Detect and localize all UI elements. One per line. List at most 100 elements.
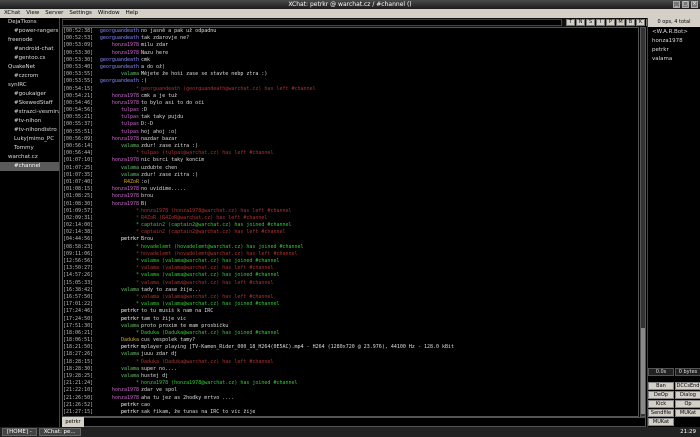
chat-nick[interactable]: * [97, 380, 141, 387]
chat-nick[interactable]: * [97, 294, 141, 301]
chat-nick[interactable]: valama [97, 165, 141, 172]
chat-nick[interactable]: honza1978 [97, 201, 141, 208]
tree-channel[interactable]: Luky|mimo_PC [0, 135, 59, 144]
chat-nick[interactable]: valama [97, 172, 141, 179]
chat-nick[interactable]: honza1978 [97, 157, 141, 164]
message-input[interactable] [62, 417, 646, 427]
chat-nick[interactable]: petrkr [97, 344, 141, 351]
chat-nick[interactable]: valama [97, 143, 141, 150]
user-action-button[interactable]: Sendfile [648, 409, 674, 417]
chat-nick[interactable]: honza1978 [97, 395, 141, 402]
chat-nick[interactable]: honza1978 [97, 387, 141, 394]
chat-nick[interactable]: * [97, 244, 141, 251]
scroll-thumb[interactable] [641, 328, 645, 414]
chat-nick[interactable]: georguandeath [97, 57, 141, 64]
menu-item[interactable]: Help [126, 9, 139, 18]
chat-nick[interactable]: petrkr [97, 308, 141, 315]
chat-nick[interactable]: * [97, 330, 141, 337]
taskbar-item[interactable]: [HOME] - [2, 428, 37, 436]
chat-nick[interactable]: petrkr [97, 236, 141, 243]
mode-button[interactable]: M [616, 19, 625, 26]
menu-item[interactable]: Window [98, 9, 120, 18]
topic-input[interactable] [62, 19, 562, 26]
chat-nick[interactable]: R4ZoR [97, 179, 141, 186]
user-action-button[interactable]: DeOp [648, 391, 674, 399]
chat-nick[interactable]: georguandeath [97, 78, 141, 85]
chat-nick[interactable]: honza1978 [97, 42, 141, 49]
menu-item[interactable]: Server [45, 9, 63, 18]
tree-channel[interactable]: #android-chat [0, 45, 59, 54]
chat-nick[interactable]: valama [97, 351, 141, 358]
tree-channel[interactable]: #czcrom [0, 72, 59, 81]
chat-nick[interactable]: Daduka [97, 337, 141, 344]
user-action-button[interactable]: DCCsEnd [675, 382, 700, 390]
mode-button[interactable]: K [636, 19, 645, 26]
chat-nick[interactable]: petrkr [97, 409, 141, 416]
chat-nick[interactable]: honza1978 [97, 100, 141, 107]
user-list-item[interactable]: valama [648, 55, 700, 64]
chat-nick[interactable]: tulpas [97, 129, 141, 136]
chat-nick[interactable]: * [97, 359, 141, 366]
chat-nick[interactable]: valama [97, 373, 141, 380]
user-action-button[interactable]: Kick [648, 400, 674, 408]
chat-nick[interactable]: valama [97, 366, 141, 373]
chat-nick[interactable]: valama [97, 71, 141, 78]
tree-channel[interactable]: #goukaiger [0, 90, 59, 99]
chat-nick[interactable]: * [97, 229, 141, 236]
chat-nick[interactable]: honza1978 [97, 136, 141, 143]
chat-nick[interactable]: * [97, 251, 141, 258]
mode-button[interactable]: T [566, 19, 575, 26]
maximize-icon[interactable]: □ [682, 1, 689, 8]
chat-nick[interactable]: georguandeath [97, 28, 141, 35]
tree-channel[interactable]: #strazci-vesmiru [0, 108, 59, 117]
tree-channel[interactable]: Tommy [0, 144, 59, 153]
mode-button[interactable]: N [576, 19, 585, 26]
chat-nick[interactable]: * [97, 150, 141, 157]
mode-button[interactable]: B [626, 19, 635, 26]
chat-nick[interactable]: honza1978 [97, 93, 141, 100]
chat-nick[interactable]: georguandeath [97, 64, 141, 71]
chat-nick[interactable]: honza1978 [97, 186, 141, 193]
tree-network[interactable]: freenode [0, 36, 59, 45]
tree-channel[interactable]: #tv-nihon [0, 117, 59, 126]
chat-nick[interactable]: * [97, 280, 141, 287]
user-list-item[interactable]: <W.A.R.Bot> [648, 28, 700, 37]
tree-channel[interactable]: #power-rangers [0, 27, 59, 36]
chat-scrollbar[interactable] [640, 27, 646, 417]
chat-nick[interactable]: * [97, 301, 141, 308]
chat-nick[interactable]: * [97, 208, 141, 215]
taskbar-item[interactable]: XChat: pe... [38, 428, 81, 436]
menu-item[interactable]: XChat [4, 9, 20, 18]
chat-nick[interactable]: tulpas [97, 121, 141, 128]
chat-nick[interactable]: valama [97, 323, 141, 330]
chat-nick[interactable]: * [97, 272, 141, 279]
close-icon[interactable]: × [691, 1, 698, 8]
user-action-button[interactable]: MUKat [648, 418, 674, 426]
nick-button[interactable]: petrkr [62, 417, 84, 427]
tree-network[interactable]: QuakeNet [0, 63, 59, 72]
chat-nick[interactable]: petrkr [97, 316, 141, 323]
user-action-button[interactable]: Ban [648, 382, 674, 390]
minimize-icon[interactable]: _ [673, 1, 680, 8]
tree-channel[interactable]: #gentoo.cs [0, 54, 59, 63]
chat-nick[interactable]: * [97, 86, 141, 93]
tree-channel[interactable]: #tv-nihondistro [0, 126, 59, 135]
tree-channel[interactable]: #SkewedStaff [0, 99, 59, 108]
user-list-item[interactable]: honza1978 [648, 37, 700, 46]
tree-network[interactable]: warchat.cz [0, 153, 59, 162]
mode-button[interactable]: P [606, 19, 615, 26]
menu-item[interactable]: Settings [69, 9, 92, 18]
user-action-button[interactable]: Op [675, 400, 700, 408]
chat-nick[interactable]: * [97, 222, 141, 229]
chat-nick[interactable]: honza1978 [97, 50, 141, 57]
chat-nick[interactable]: * [97, 215, 141, 222]
chat-nick[interactable]: * [97, 258, 141, 265]
tree-channel[interactable]: #channel [0, 162, 59, 171]
chat-nick[interactable]: valama [97, 287, 141, 294]
chat-nick[interactable]: tulpas [97, 107, 141, 114]
tree-network[interactable]: synIRC [0, 81, 59, 90]
chat-nick[interactable]: * [97, 265, 141, 272]
chat-nick[interactable]: honza1978 [97, 193, 141, 200]
tree-network[interactable]: DejaTkons [0, 18, 59, 27]
user-list-item[interactable]: petrkr [648, 46, 700, 55]
